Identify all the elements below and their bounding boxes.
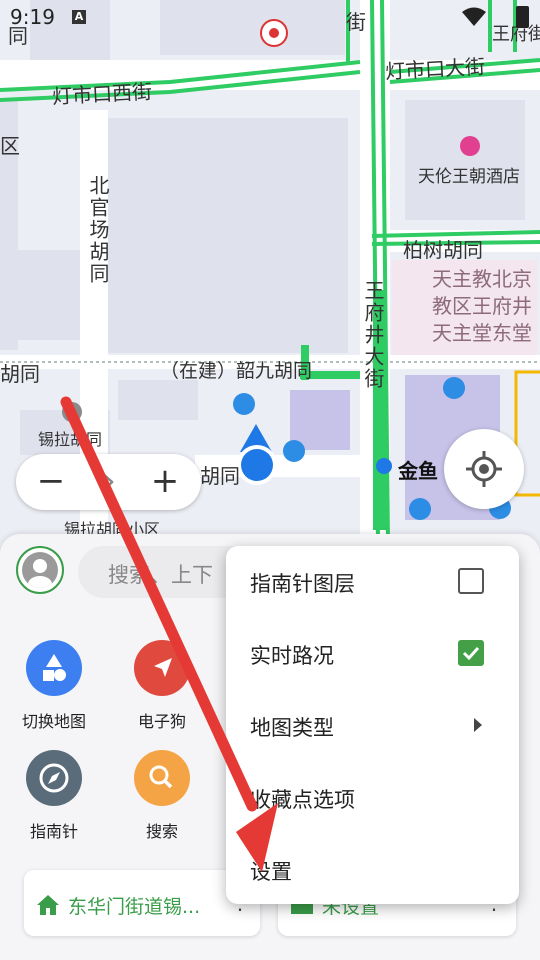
home-card-label: 东华门街道锡...	[68, 896, 201, 918]
road-label: 灯市口西街	[51, 79, 153, 109]
menu-item-settings[interactable]: 设置	[226, 834, 519, 906]
zoom-in-button[interactable]: +	[140, 454, 190, 510]
metro-exit-icon	[409, 498, 431, 520]
status-time: 9:19	[10, 5, 55, 29]
zoom-out-button[interactable]: −	[26, 454, 76, 510]
metro-station-icon	[376, 458, 392, 474]
search-placeholder: 搜索、上下	[108, 563, 213, 587]
menu-item-favorites-options[interactable]: 收藏点选项	[226, 762, 519, 834]
avatar[interactable]	[16, 546, 64, 594]
road-label: 柏树胡同	[403, 238, 483, 262]
road-label: 王府井大街	[361, 280, 385, 390]
road-label: 胡同	[0, 362, 40, 386]
menu-item-label: 收藏点选项	[250, 788, 355, 812]
poi-label: 天伦王朝酒店	[418, 167, 520, 187]
home-icon	[37, 895, 59, 915]
home-card[interactable]: 东华门街道锡... ⋮	[24, 870, 260, 936]
notification-icon: A	[72, 10, 86, 24]
menu-item-label: 地图类型	[250, 716, 334, 740]
search-label: 搜索	[145, 822, 178, 841]
my-location-button[interactable]	[444, 429, 524, 509]
menu-item-label: 实时路况	[250, 644, 334, 668]
metro-exit-icon	[283, 440, 305, 462]
menu-item-map-type[interactable]: 地图类型	[226, 690, 519, 762]
poi-icon	[62, 402, 82, 422]
search-icon	[134, 750, 190, 806]
overflow-menu: 指南针图层 实时路况 地图类型 收藏点选项 设置	[226, 546, 519, 904]
road-label: 灯市口大街	[384, 54, 486, 84]
metro-exit-icon	[233, 393, 255, 415]
search-button[interactable]: 搜索	[112, 750, 212, 842]
submenu-arrow-icon	[474, 718, 482, 732]
road-label: 锡拉胡同	[38, 430, 103, 449]
hotel-icon	[460, 136, 480, 156]
speed-camera-label: 电子狗	[137, 712, 186, 731]
metro-exit-icon	[443, 377, 465, 399]
menu-item-traffic[interactable]: 实时路况	[226, 618, 519, 690]
checkbox-checked-icon[interactable]	[458, 640, 484, 666]
status-bar: 9:19 A	[0, 0, 540, 36]
navigation-arrow-icon	[134, 640, 190, 696]
compass-button[interactable]: 指南针	[4, 750, 104, 842]
switch-map-label: 切换地图	[21, 712, 86, 731]
road-label: 北官场胡同	[86, 175, 110, 285]
expand-arrow-button[interactable]: ›	[84, 454, 134, 510]
crosshair-icon	[466, 451, 502, 487]
user-icon	[22, 552, 58, 588]
compass-label: 指南针	[29, 822, 78, 841]
road-label: （在建）韶九胡同	[160, 360, 313, 382]
poi-label: 天主教北京教区王府井天主堂东堂	[432, 267, 532, 345]
battery-icon	[516, 6, 529, 28]
zoom-controls: − › +	[16, 454, 201, 510]
shapes-icon	[26, 640, 82, 696]
metro-station-label: 金鱼	[398, 459, 438, 483]
speed-camera-button[interactable]: 电子狗	[112, 640, 212, 732]
menu-item-label: 指南针图层	[250, 572, 355, 596]
road-label: 胡同	[200, 464, 240, 488]
compass-icon	[26, 750, 82, 806]
wifi-icon	[462, 7, 486, 26]
switch-map-button[interactable]: 切换地图	[4, 640, 104, 732]
checkbox-unchecked-icon[interactable]	[458, 568, 484, 594]
menu-item-label: 设置	[250, 860, 292, 884]
map-label: 区	[0, 134, 20, 158]
menu-item-compass-layer[interactable]: 指南针图层	[226, 546, 519, 618]
